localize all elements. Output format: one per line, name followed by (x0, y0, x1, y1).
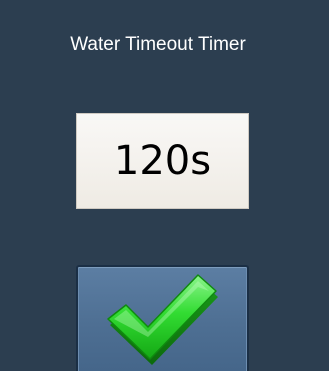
confirm-button[interactable] (76, 265, 249, 371)
timer-dialog: Water Timeout Timer 120s (0, 0, 329, 371)
timeout-value-display[interactable]: 120s (76, 113, 249, 209)
dialog-title: Water Timeout Timer (70, 34, 246, 55)
checkmark-icon (107, 274, 218, 365)
timeout-value: 120s (113, 138, 212, 184)
